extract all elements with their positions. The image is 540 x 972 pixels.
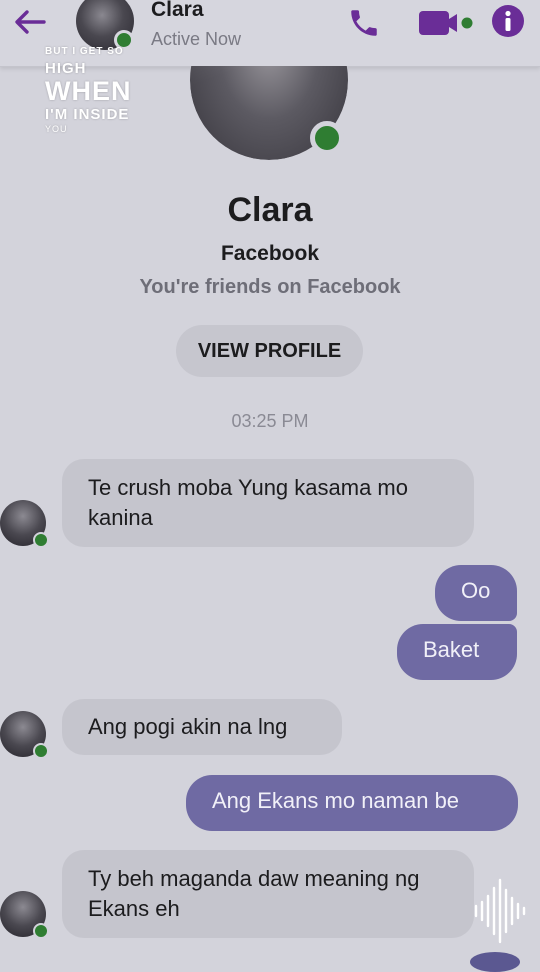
message-bubble-edge (470, 952, 520, 972)
watermark-line: HIGH (45, 60, 87, 77)
header-contact-name[interactable]: Clara (151, 0, 204, 22)
online-status-dot (33, 532, 49, 548)
header-active-status: Active Now (151, 29, 242, 49)
incoming-message[interactable]: Ty beh maganda daw meaning ng Ekans eh (62, 850, 474, 938)
video-call-icon[interactable] (418, 8, 474, 38)
view-profile-button[interactable]: VIEW PROFILE (176, 325, 363, 377)
friends-status-text: You're friends on Facebook (139, 276, 401, 298)
watermark-line: WHEN (45, 76, 132, 106)
sender-avatar[interactable] (0, 711, 49, 759)
profile-online-dot (310, 121, 344, 155)
watermark-text: BUT I GET SO HIGH WHEN I'M INSIDE YOU (45, 47, 132, 134)
incoming-message[interactable]: Ang pogi akin na lng (62, 699, 342, 755)
outgoing-message[interactable]: Baket (397, 624, 517, 680)
profile-platform: Facebook (220, 242, 320, 265)
header-avatar[interactable] (76, 0, 134, 50)
outgoing-message[interactable]: Ang Ekans mo naman be (186, 775, 518, 831)
sender-avatar[interactable] (0, 891, 49, 939)
watermark-line: BUT I GET SO (45, 46, 124, 57)
watermark-line: I'M INSIDE (45, 106, 130, 123)
sender-avatar[interactable] (0, 500, 49, 548)
online-status-dot (33, 743, 49, 759)
audio-waveform-icon (474, 878, 526, 944)
profile-name: Clara (227, 191, 313, 229)
online-status-dot (33, 923, 49, 939)
outgoing-message[interactable]: Oo (435, 565, 517, 621)
watermark-line: YOU (45, 124, 68, 134)
message-timestamp: 03:25 PM (231, 411, 309, 431)
info-icon[interactable] (491, 4, 525, 38)
incoming-message[interactable]: Te crush moba Yung kasama mo kanina (62, 459, 474, 547)
phone-call-icon[interactable] (347, 6, 381, 40)
back-arrow-icon[interactable] (12, 6, 48, 38)
